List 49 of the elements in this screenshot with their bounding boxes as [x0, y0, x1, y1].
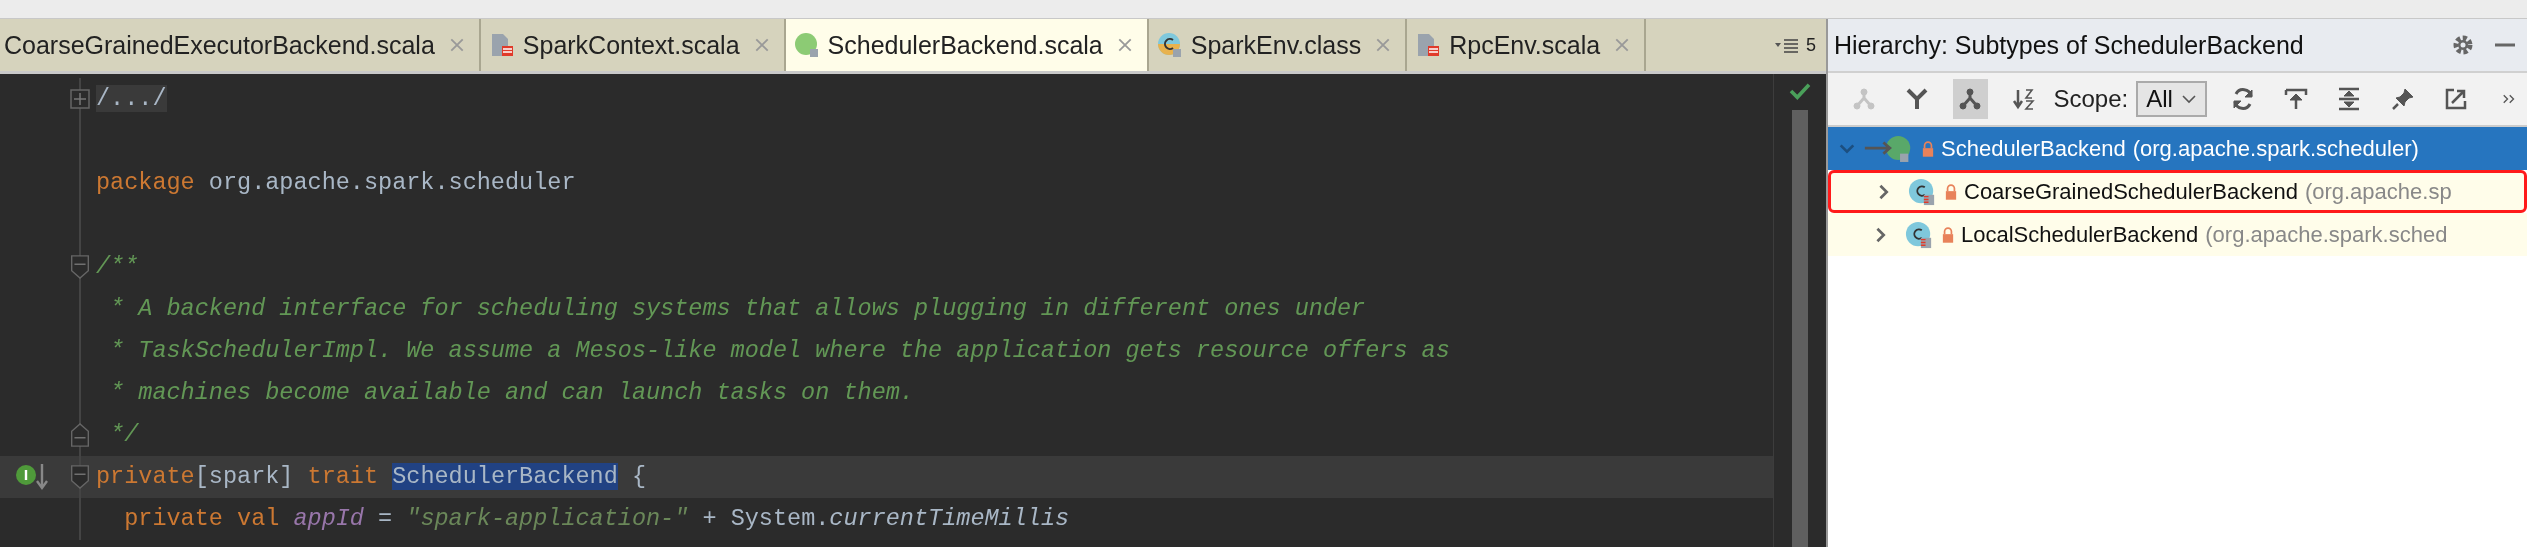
editor-tab[interactable]: SchedulerBackend.scala [785, 19, 1149, 71]
fork-icon [1905, 87, 1930, 111]
tab-list-button[interactable]: 5 [1764, 19, 1826, 71]
sort-icon [2011, 87, 2036, 111]
code-line: private val appId = "spark-application-" + System.currentTimeMillis [123, 504, 1070, 534]
tree-item[interactable]: CoarseGrainedSchedulerBackend (org.apache.sp [1828, 170, 2527, 213]
class-icon [1156, 32, 1183, 58]
close-icon[interactable] [1116, 37, 1133, 53]
scope-dropdown[interactable]: All [2136, 81, 2207, 117]
code-line: */ [109, 420, 139, 450]
editor-tab[interactable]: RpcEnv.scala [1407, 19, 1647, 71]
scrollbar[interactable] [1792, 110, 1808, 547]
collapse-icon[interactable] [70, 465, 90, 489]
code-line: * machines become available and can launch tasks on them. [109, 378, 914, 408]
tree-item[interactable]: SchedulerBackend (org.apache.spark.scheduler) [1828, 127, 2527, 170]
settings-icon[interactable] [2451, 33, 2475, 57]
caret-icon [2180, 94, 2197, 104]
checkmark-icon [1789, 82, 1811, 100]
implemented-marker-icon[interactable] [14, 462, 48, 492]
pin-icon [2390, 87, 2415, 111]
lock-icon [1922, 140, 1934, 157]
editor-tab[interactable]: SparkContext.scala [480, 19, 786, 71]
panel-title: Hierarchy: Subtypes of SchedulerBackend [1834, 30, 2305, 60]
subtypes-button[interactable] [1952, 79, 1989, 119]
code-line: * A backend interface for scheduling systems that allows plugging in different ones under [109, 294, 1366, 324]
editor-tab[interactable]: SparkEnv.class [1148, 19, 1408, 71]
lock-icon [1945, 183, 1957, 200]
tree-icon [1958, 87, 1983, 111]
code-line: package org.apache.spark.scheduler [96, 168, 576, 198]
code-line: /** [96, 252, 139, 282]
collapse-icon[interactable] [70, 255, 90, 279]
tree-item[interactable]: LocalSchedulerBackend (org.apache.spark.sched [1828, 213, 2527, 256]
expand-icon[interactable] [70, 87, 90, 111]
lock-icon [1942, 226, 1954, 243]
expand-all-icon [2337, 87, 2362, 111]
code-line: * TaskSchedulerImpl. We assume a Mesos-like model where the application gets resource offers as [109, 336, 1450, 366]
editor-tab[interactable]: CoarseGrainedExecutorBackend.scala [0, 19, 481, 71]
export-icon [2283, 87, 2308, 111]
tree-icon [1851, 87, 1876, 111]
file-icon [1415, 32, 1442, 58]
open-external-icon [2443, 87, 2468, 111]
refresh-icon [2230, 87, 2255, 111]
class-icon [1905, 220, 1933, 249]
trait-icon [1863, 134, 1913, 163]
scope-label: Scope: [2053, 85, 2129, 113]
collapse-icon[interactable] [70, 423, 90, 447]
trait-icon [793, 32, 820, 58]
code-line: private[spark] trait SchedulerBackend { [96, 462, 647, 492]
class-icon [1908, 177, 1936, 206]
